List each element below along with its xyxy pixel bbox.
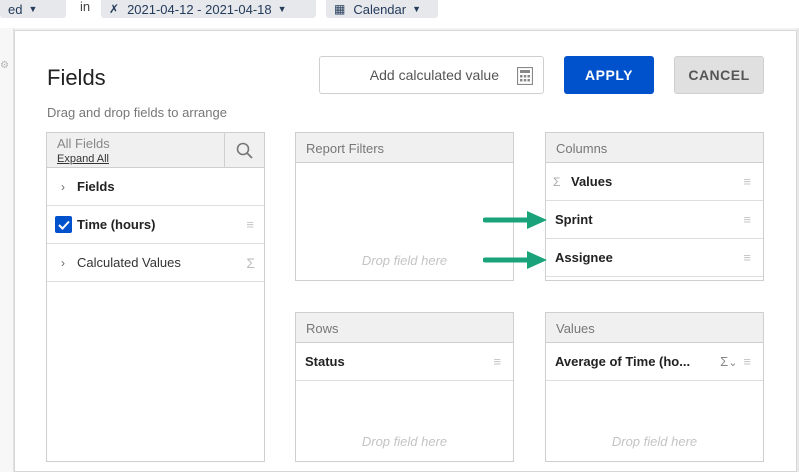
column-item-values[interactable]: Σ Values ≡ bbox=[546, 163, 763, 201]
value-item-average-time[interactable]: Average of Time (ho... Σ⌄ ≡ bbox=[546, 343, 763, 381]
sigma-icon: Σ bbox=[246, 254, 255, 271]
drag-handle-icon[interactable]: ≡ bbox=[246, 217, 254, 232]
search-icon bbox=[236, 142, 253, 159]
rows-zone[interactable]: Rows Status ≡ Drop field here bbox=[295, 312, 514, 462]
chevron-right-icon: › bbox=[61, 255, 65, 270]
status-filter-value: ed bbox=[8, 1, 23, 17]
calendar-label: Calendar bbox=[353, 1, 407, 17]
drop-hint: Drop field here bbox=[361, 253, 448, 268]
annotation-arrow-icon bbox=[483, 251, 547, 269]
checkbox-checked[interactable] bbox=[55, 216, 72, 233]
search-button[interactable] bbox=[224, 133, 264, 167]
values-header: Values bbox=[546, 313, 763, 343]
sigma-dropdown-icon[interactable]: Σ⌄ bbox=[720, 354, 737, 369]
checkmark-icon bbox=[57, 220, 70, 230]
in-label: in bbox=[80, 0, 91, 14]
date-range-value: 2021-04-12 - 2021-04-18 bbox=[127, 1, 272, 17]
drag-handle-icon[interactable]: ≡ bbox=[493, 354, 501, 369]
background-toolbar: ed ▼ in ✗ 2021-04-12 - 2021-04-18 ▼ ▦ Ca… bbox=[0, 0, 799, 28]
drop-hint: Drop field here bbox=[611, 434, 698, 449]
add-calculated-value-label: Add calculated value bbox=[369, 67, 499, 83]
fields-dialog: Fields Drag and drop fields to arrange A… bbox=[14, 30, 797, 472]
status-filter-dropdown[interactable]: ed ▼ bbox=[0, 0, 66, 18]
sprint-icon: ✗ bbox=[109, 2, 120, 16]
value-item-label: Average of Time (ho... bbox=[555, 354, 691, 369]
field-group-fields[interactable]: › Fields bbox=[47, 168, 264, 206]
value-item-tools: Σ⌄ ≡ bbox=[720, 354, 751, 369]
chevron-right-icon: › bbox=[61, 179, 65, 194]
column-item-sprint[interactable]: Sprint ≡ bbox=[546, 201, 763, 239]
values-zone[interactable]: Values Average of Time (ho... Σ⌄ ≡ Drop … bbox=[545, 312, 764, 462]
report-filters-zone[interactable]: Report Filters Drop field here bbox=[295, 132, 514, 281]
annotation-arrow-icon bbox=[483, 211, 547, 229]
column-item-label: Assignee bbox=[555, 250, 613, 265]
calendar-dropdown[interactable]: ▦ Calendar ▼ bbox=[326, 0, 438, 18]
drag-handle-icon[interactable]: ≡ bbox=[743, 354, 751, 369]
drag-handle-icon[interactable]: ≡ bbox=[743, 174, 751, 189]
expand-all-link[interactable]: Expand All bbox=[57, 153, 109, 165]
calculator-icon bbox=[517, 67, 533, 85]
date-range-dropdown[interactable]: ✗ 2021-04-12 - 2021-04-18 ▼ bbox=[101, 0, 316, 18]
field-label: Time (hours) bbox=[77, 217, 156, 232]
add-calculated-value-button[interactable]: Add calculated value bbox=[319, 56, 544, 94]
sigma-icon: Σ bbox=[553, 174, 561, 189]
column-item-assignee[interactable]: Assignee ≡ bbox=[546, 239, 763, 277]
calendar-icon: ▦ bbox=[334, 2, 346, 16]
gear-icon: ⚙ bbox=[0, 60, 9, 71]
row-item-status[interactable]: Status ≡ bbox=[296, 343, 513, 381]
field-group-label: Calculated Values bbox=[77, 255, 181, 270]
dialog-subtitle: Drag and drop fields to arrange bbox=[47, 105, 227, 120]
columns-zone[interactable]: Columns Σ Values ≡ Sprint ≡ Assignee ≡ bbox=[545, 132, 764, 281]
column-item-label: Values bbox=[571, 174, 613, 189]
field-group-calculated-values[interactable]: › Calculated Values Σ bbox=[47, 244, 264, 282]
chevron-down-icon: ▼ bbox=[28, 4, 38, 14]
report-filters-header: Report Filters bbox=[296, 133, 513, 163]
row-item-label: Status bbox=[305, 354, 345, 369]
field-group-label: Fields bbox=[77, 179, 115, 194]
all-fields-header: All Fields Expand All bbox=[47, 133, 264, 168]
dialog-title: Fields bbox=[47, 65, 106, 90]
apply-button[interactable]: APPLY bbox=[564, 56, 654, 94]
cancel-button[interactable]: CANCEL bbox=[674, 56, 764, 94]
field-time-hours[interactable]: Time (hours) ≡ bbox=[47, 206, 264, 244]
column-item-label: Sprint bbox=[555, 212, 593, 227]
chevron-down-icon: ▼ bbox=[412, 4, 422, 14]
columns-header: Columns bbox=[546, 133, 763, 163]
all-fields-panel: All Fields Expand All › Fields Time (hou… bbox=[46, 132, 265, 462]
background-left-strip: ⚙ bbox=[0, 28, 14, 472]
drop-hint: Drop field here bbox=[361, 434, 448, 449]
rows-header: Rows bbox=[296, 313, 513, 343]
drag-handle-icon[interactable]: ≡ bbox=[743, 212, 751, 227]
all-fields-label: All Fields bbox=[57, 136, 110, 151]
chevron-down-icon: ▼ bbox=[277, 4, 287, 14]
drag-handle-icon[interactable]: ≡ bbox=[743, 250, 751, 265]
